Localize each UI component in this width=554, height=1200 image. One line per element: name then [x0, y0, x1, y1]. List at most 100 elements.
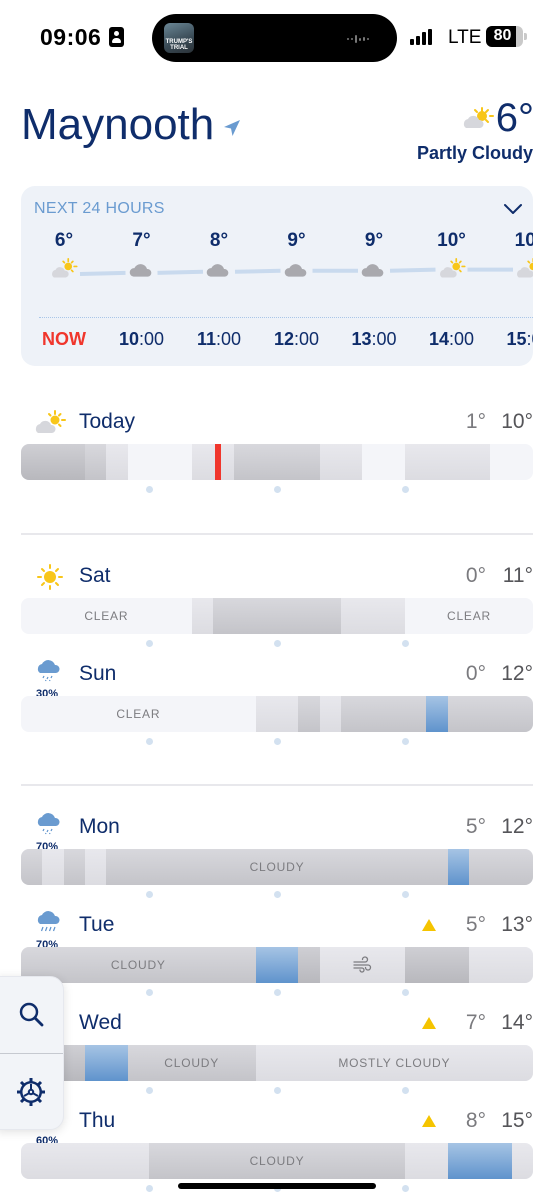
cloud-cover-segment [106, 444, 129, 480]
hour-label-hour: NOW [42, 329, 86, 349]
condition-label: CLOUDY [110, 958, 166, 972]
hour-item: 6° [34, 230, 94, 280]
warning-triangle-icon[interactable] [422, 919, 436, 931]
partly-cloudy-icon [517, 258, 533, 278]
condition-label: CLOUDY [249, 1154, 305, 1168]
cloud-cover-segment [341, 696, 427, 732]
hour-label: 10:00 [107, 329, 177, 350]
cloud-cover-segment [469, 947, 533, 983]
day-row-sat[interactable]: Sat 0° 11° CLEAR CLEAR [0, 560, 554, 650]
hour-label-minutes: :00 [139, 329, 165, 349]
hour-item: 9° [267, 230, 327, 280]
hour-label: 13:00 [339, 329, 409, 350]
rain-icon [37, 813, 60, 835]
cloudy-icon [206, 264, 229, 277]
hour-tick-dot [273, 891, 281, 898]
hour-tick-dot [401, 640, 409, 647]
day-name: Thu [79, 1109, 116, 1132]
hour-temperature: 9° [364, 230, 384, 251]
condition-timeline-bar[interactable]: CLOUDY [21, 849, 533, 885]
hour-label-hour: 15 [506, 329, 527, 349]
cloud-cover-segment [447, 696, 533, 732]
hour-tick-dot [401, 989, 409, 996]
rain-segment [255, 947, 299, 983]
cloud-cover-segment [298, 947, 321, 983]
warning-triangle-icon[interactable] [422, 1017, 436, 1029]
hourly-forecast-card[interactable]: NEXT 24 HOURS 6°7°8°9°9°10°10° NOW10:001… [21, 186, 533, 366]
high-temperature: 12° [501, 815, 533, 838]
hour-tick-dot [273, 738, 281, 745]
hour-item: 10° [422, 230, 482, 280]
hour-tick-dot [145, 640, 153, 647]
condition-timeline-bar[interactable]: CLOUDY [21, 947, 533, 983]
hour-label-minutes: :00 [216, 329, 242, 349]
condition-timeline-bar[interactable] [21, 444, 533, 480]
cloud-cover-segment [405, 444, 491, 480]
wind-icon [353, 956, 372, 973]
low-temperature: 5° [465, 913, 486, 936]
hour-tick-dot [273, 989, 281, 996]
cloud-cover-segment [63, 849, 86, 885]
day-row-today[interactable]: Today 1° 10° [0, 406, 554, 496]
current-time-marker [215, 444, 222, 480]
hour-tick-dot [145, 1185, 153, 1192]
day-row-thu[interactable]: 60% Thu 8° 15° CLOUDY [0, 1105, 554, 1195]
rain-icon [37, 660, 60, 682]
condition-timeline-bar[interactable]: CLEAR CLEAR [21, 598, 533, 634]
hour-label-hour: 11 [196, 329, 216, 349]
cloud-cover-segment [319, 696, 342, 732]
audio-waveform-icon [347, 34, 369, 44]
condition-label: CLEAR [446, 609, 491, 623]
cloud-cover-segment [21, 849, 43, 885]
heavy-rain-icon [37, 911, 60, 932]
status-bar: 09:06 TRUMP'S TRIAL LTE 80 [0, 0, 554, 75]
day-name: Mon [79, 815, 120, 838]
day-row-wed[interactable]: Wed 7° 14° CLOUDY MOSTLY CLOUDY [0, 1007, 554, 1097]
partly-cloudy-icon [35, 410, 66, 433]
hour-tick-dot [401, 738, 409, 745]
city-name[interactable]: Maynooth [21, 100, 214, 150]
day-name: Sat [79, 564, 111, 587]
hour-tick-dot [145, 738, 153, 745]
search-button[interactable] [0, 977, 65, 1053]
condition-timeline-bar[interactable]: CLOUDY MOSTLY CLOUDY [21, 1045, 533, 1081]
hour-temperature: 7° [132, 230, 151, 251]
location-arrow-icon [224, 120, 240, 136]
rain-segment [447, 1143, 513, 1179]
day-row-mon[interactable]: 70% Mon 5° 12° CLOUDY [0, 811, 554, 901]
now-playing-artwork[interactable]: TRUMP'S TRIAL [164, 23, 194, 53]
sunny-icon [37, 564, 63, 590]
rain-segment [426, 696, 449, 732]
floating-action-panel [0, 976, 64, 1130]
hour-tick-dot [273, 486, 281, 493]
current-condition: Partly Cloudy [416, 143, 533, 163]
condition-timeline-bar[interactable]: CLOUDY [21, 1143, 533, 1179]
hour-tick-dot [145, 486, 153, 493]
hour-label-minutes: :00 [526, 329, 534, 349]
hour-label-hour: 13 [351, 329, 372, 349]
high-temperature: 11° [502, 564, 533, 587]
divider [21, 784, 533, 786]
day-row-tue[interactable]: 70% Tue 5° 13° CLOUDY [0, 909, 554, 999]
contact-card-icon [109, 27, 124, 47]
cloudy-icon [129, 264, 151, 277]
warning-triangle-icon[interactable] [422, 1115, 436, 1127]
hour-label: 11:00 [184, 329, 254, 350]
cloud-cover-segment [490, 444, 533, 480]
hour-temperature: 8° [209, 230, 229, 251]
settings-button[interactable] [0, 1054, 65, 1130]
current-weather: 6° [460, 96, 534, 140]
home-indicator[interactable] [178, 1183, 376, 1189]
cloud-cover-segment [21, 444, 86, 480]
hour-label-minutes: :00 [294, 329, 320, 349]
cloud-cover-segment [341, 598, 406, 634]
condition-label: CLOUDY [164, 1056, 220, 1070]
high-temperature: 14° [501, 1011, 533, 1034]
hour-tick-dot [401, 486, 409, 493]
cloud-cover-segment [85, 849, 107, 885]
dynamic-island[interactable]: TRUMP'S TRIAL [152, 14, 397, 62]
day-row-sun[interactable]: 30% Sun 0° 12° CLEAR [0, 658, 554, 748]
condition-timeline-bar[interactable]: CLEAR [21, 696, 533, 732]
cloud-cover-segment [234, 444, 321, 480]
hour-tick-dot [401, 1087, 409, 1094]
